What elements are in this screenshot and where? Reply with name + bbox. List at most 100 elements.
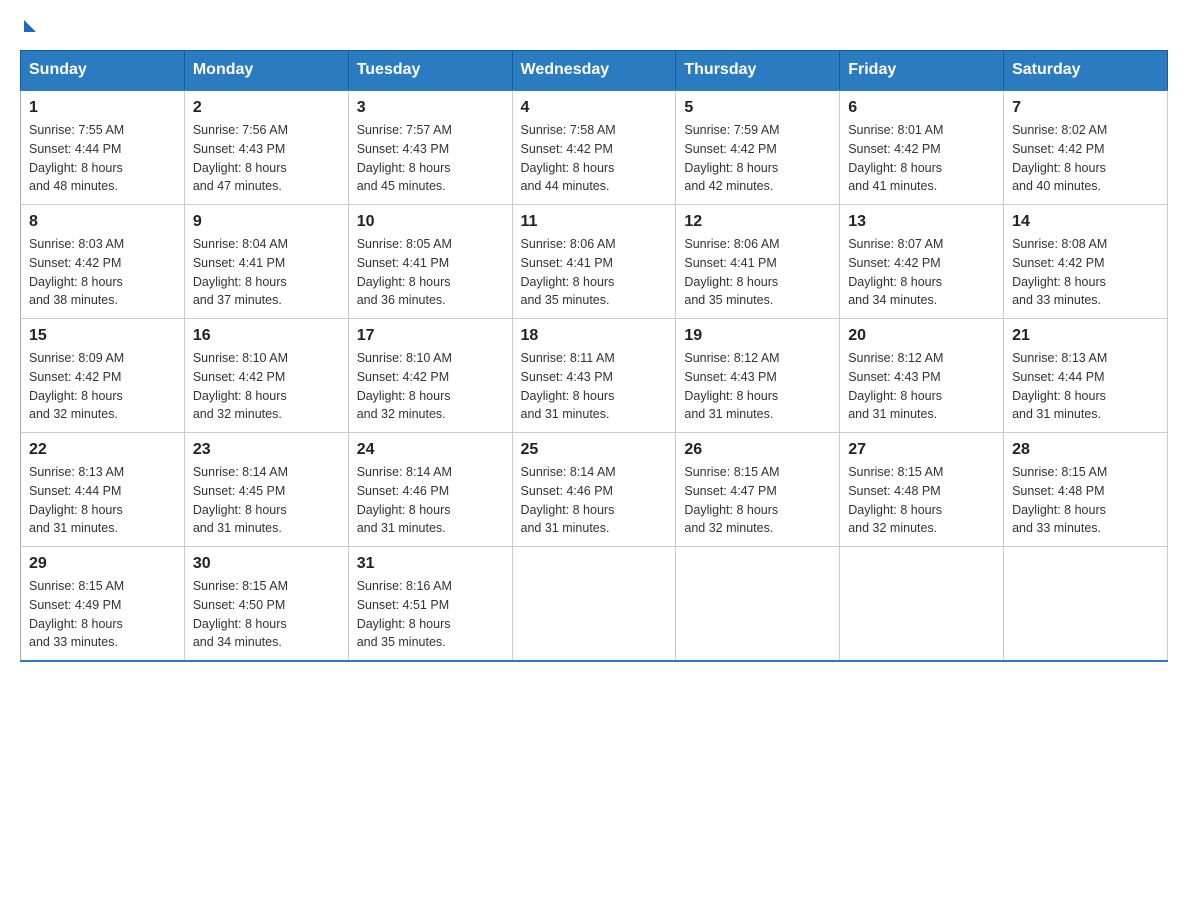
logo xyxy=(20,20,36,34)
calendar-cell: 23Sunrise: 8:14 AMSunset: 4:45 PMDayligh… xyxy=(184,433,348,547)
day-number: 19 xyxy=(684,327,831,345)
calendar-week-row: 1 Sunrise: 7:55 AMSunset: 4:44 PMDaylight… xyxy=(21,90,1168,205)
day-number: 8 xyxy=(29,213,176,231)
day-number: 29 xyxy=(29,555,176,573)
calendar-cell: 19 Sunrise: 8:12 AMSunset: 4:43 PMDayligh… xyxy=(676,319,840,433)
calendar-cell: 30 Sunrise: 8:15 AMSunset: 4:50 PMDayligh… xyxy=(184,547,348,662)
calendar-cell xyxy=(1004,547,1168,662)
calendar-day-header: Friday xyxy=(840,51,1004,91)
calendar-cell: 10 Sunrise: 8:05 AMSunset: 4:41 PMDayligh… xyxy=(348,205,512,319)
day-number: 17 xyxy=(357,327,504,345)
day-info: Sunrise: 8:16 AMSunset: 4:51 PMDaylight:… xyxy=(357,577,504,652)
day-info: Sunrise: 8:12 AMSunset: 4:43 PMDaylight:… xyxy=(684,349,831,424)
day-info: Sunrise: 7:57 AMSunset: 4:43 PMDaylight:… xyxy=(357,121,504,196)
day-number: 18 xyxy=(521,327,668,345)
day-number: 3 xyxy=(357,99,504,117)
calendar-header-row: SundayMondayTuesdayWednesdayThursdayFrid… xyxy=(21,51,1168,91)
day-info: Sunrise: 8:07 AMSunset: 4:42 PMDaylight:… xyxy=(848,235,995,310)
day-number: 13 xyxy=(848,213,995,231)
day-info: Sunrise: 8:05 AMSunset: 4:41 PMDaylight:… xyxy=(357,235,504,310)
calendar-cell: 4Sunrise: 7:58 AMSunset: 4:42 PMDaylight… xyxy=(512,90,676,205)
calendar-cell: 6 Sunrise: 8:01 AMSunset: 4:42 PMDaylight… xyxy=(840,90,1004,205)
day-number: 24 xyxy=(357,441,504,459)
calendar-cell: 25Sunrise: 8:14 AMSunset: 4:46 PMDayligh… xyxy=(512,433,676,547)
calendar-cell: 8 Sunrise: 8:03 AMSunset: 4:42 PMDaylight… xyxy=(21,205,185,319)
calendar-cell: 14 Sunrise: 8:08 AMSunset: 4:42 PMDayligh… xyxy=(1004,205,1168,319)
day-info: Sunrise: 8:13 AMSunset: 4:44 PMDaylight:… xyxy=(29,463,176,538)
day-number: 10 xyxy=(357,213,504,231)
day-number: 5 xyxy=(684,99,831,117)
day-number: 9 xyxy=(193,213,340,231)
calendar-day-header: Monday xyxy=(184,51,348,91)
calendar-cell: 2Sunrise: 7:56 AMSunset: 4:43 PMDaylight… xyxy=(184,90,348,205)
day-info: Sunrise: 8:12 AMSunset: 4:43 PMDaylight:… xyxy=(848,349,995,424)
calendar-cell: 16 Sunrise: 8:10 AMSunset: 4:42 PMDayligh… xyxy=(184,319,348,433)
calendar-cell: 29 Sunrise: 8:15 AMSunset: 4:49 PMDayligh… xyxy=(21,547,185,662)
day-info: Sunrise: 8:15 AMSunset: 4:47 PMDaylight:… xyxy=(684,463,831,538)
day-number: 20 xyxy=(848,327,995,345)
day-number: 25 xyxy=(521,441,668,459)
day-number: 15 xyxy=(29,327,176,345)
calendar-cell: 3 Sunrise: 7:57 AMSunset: 4:43 PMDaylight… xyxy=(348,90,512,205)
day-number: 30 xyxy=(193,555,340,573)
day-number: 7 xyxy=(1012,99,1159,117)
day-number: 1 xyxy=(29,99,176,117)
calendar-week-row: 15Sunrise: 8:09 AMSunset: 4:42 PMDayligh… xyxy=(21,319,1168,433)
day-info: Sunrise: 7:55 AMSunset: 4:44 PMDaylight:… xyxy=(29,121,176,196)
day-info: Sunrise: 8:15 AMSunset: 4:49 PMDaylight:… xyxy=(29,577,176,652)
day-number: 16 xyxy=(193,327,340,345)
day-number: 26 xyxy=(684,441,831,459)
calendar-day-header: Tuesday xyxy=(348,51,512,91)
calendar-day-header: Wednesday xyxy=(512,51,676,91)
day-info: Sunrise: 8:13 AMSunset: 4:44 PMDaylight:… xyxy=(1012,349,1159,424)
day-number: 14 xyxy=(1012,213,1159,231)
page-header xyxy=(20,20,1168,34)
calendar-day-header: Saturday xyxy=(1004,51,1168,91)
day-info: Sunrise: 8:04 AMSunset: 4:41 PMDaylight:… xyxy=(193,235,340,310)
day-info: Sunrise: 8:01 AMSunset: 4:42 PMDaylight:… xyxy=(848,121,995,196)
day-info: Sunrise: 8:15 AMSunset: 4:48 PMDaylight:… xyxy=(848,463,995,538)
calendar-table: SundayMondayTuesdayWednesdayThursdayFrid… xyxy=(20,50,1168,662)
calendar-cell: 21 Sunrise: 8:13 AMSunset: 4:44 PMDayligh… xyxy=(1004,319,1168,433)
day-info: Sunrise: 8:10 AMSunset: 4:42 PMDaylight:… xyxy=(357,349,504,424)
day-info: Sunrise: 8:03 AMSunset: 4:42 PMDaylight:… xyxy=(29,235,176,310)
day-number: 28 xyxy=(1012,441,1159,459)
day-number: 22 xyxy=(29,441,176,459)
day-number: 12 xyxy=(684,213,831,231)
calendar-day-header: Thursday xyxy=(676,51,840,91)
calendar-cell: 17 Sunrise: 8:10 AMSunset: 4:42 PMDayligh… xyxy=(348,319,512,433)
calendar-cell xyxy=(676,547,840,662)
day-info: Sunrise: 7:59 AMSunset: 4:42 PMDaylight:… xyxy=(684,121,831,196)
calendar-cell: 15Sunrise: 8:09 AMSunset: 4:42 PMDayligh… xyxy=(21,319,185,433)
calendar-week-row: 8 Sunrise: 8:03 AMSunset: 4:42 PMDaylight… xyxy=(21,205,1168,319)
day-info: Sunrise: 8:14 AMSunset: 4:45 PMDaylight:… xyxy=(193,463,340,538)
calendar-cell: 24Sunrise: 8:14 AMSunset: 4:46 PMDayligh… xyxy=(348,433,512,547)
day-info: Sunrise: 8:15 AMSunset: 4:48 PMDaylight:… xyxy=(1012,463,1159,538)
day-number: 31 xyxy=(357,555,504,573)
day-number: 11 xyxy=(521,213,668,231)
calendar-cell: 27Sunrise: 8:15 AMSunset: 4:48 PMDayligh… xyxy=(840,433,1004,547)
calendar-cell: 22 Sunrise: 8:13 AMSunset: 4:44 PMDayligh… xyxy=(21,433,185,547)
calendar-cell: 26 Sunrise: 8:15 AMSunset: 4:47 PMDayligh… xyxy=(676,433,840,547)
day-number: 2 xyxy=(193,99,340,117)
calendar-cell: 1 Sunrise: 7:55 AMSunset: 4:44 PMDaylight… xyxy=(21,90,185,205)
calendar-cell xyxy=(840,547,1004,662)
logo-blue-text xyxy=(20,20,36,34)
calendar-cell: 20 Sunrise: 8:12 AMSunset: 4:43 PMDayligh… xyxy=(840,319,1004,433)
calendar-cell: 5 Sunrise: 7:59 AMSunset: 4:42 PMDaylight… xyxy=(676,90,840,205)
day-info: Sunrise: 8:11 AMSunset: 4:43 PMDaylight:… xyxy=(521,349,668,424)
calendar-cell: 12Sunrise: 8:06 AMSunset: 4:41 PMDayligh… xyxy=(676,205,840,319)
day-info: Sunrise: 8:02 AMSunset: 4:42 PMDaylight:… xyxy=(1012,121,1159,196)
calendar-cell: 31 Sunrise: 8:16 AMSunset: 4:51 PMDayligh… xyxy=(348,547,512,662)
day-number: 21 xyxy=(1012,327,1159,345)
day-info: Sunrise: 8:10 AMSunset: 4:42 PMDaylight:… xyxy=(193,349,340,424)
calendar-cell: 18 Sunrise: 8:11 AMSunset: 4:43 PMDayligh… xyxy=(512,319,676,433)
day-info: Sunrise: 8:08 AMSunset: 4:42 PMDaylight:… xyxy=(1012,235,1159,310)
calendar-cell: 9 Sunrise: 8:04 AMSunset: 4:41 PMDaylight… xyxy=(184,205,348,319)
day-info: Sunrise: 8:15 AMSunset: 4:50 PMDaylight:… xyxy=(193,577,340,652)
calendar-cell: 7 Sunrise: 8:02 AMSunset: 4:42 PMDaylight… xyxy=(1004,90,1168,205)
calendar-week-row: 22 Sunrise: 8:13 AMSunset: 4:44 PMDayligh… xyxy=(21,433,1168,547)
calendar-cell: 28 Sunrise: 8:15 AMSunset: 4:48 PMDayligh… xyxy=(1004,433,1168,547)
day-info: Sunrise: 8:06 AMSunset: 4:41 PMDaylight:… xyxy=(521,235,668,310)
day-number: 6 xyxy=(848,99,995,117)
